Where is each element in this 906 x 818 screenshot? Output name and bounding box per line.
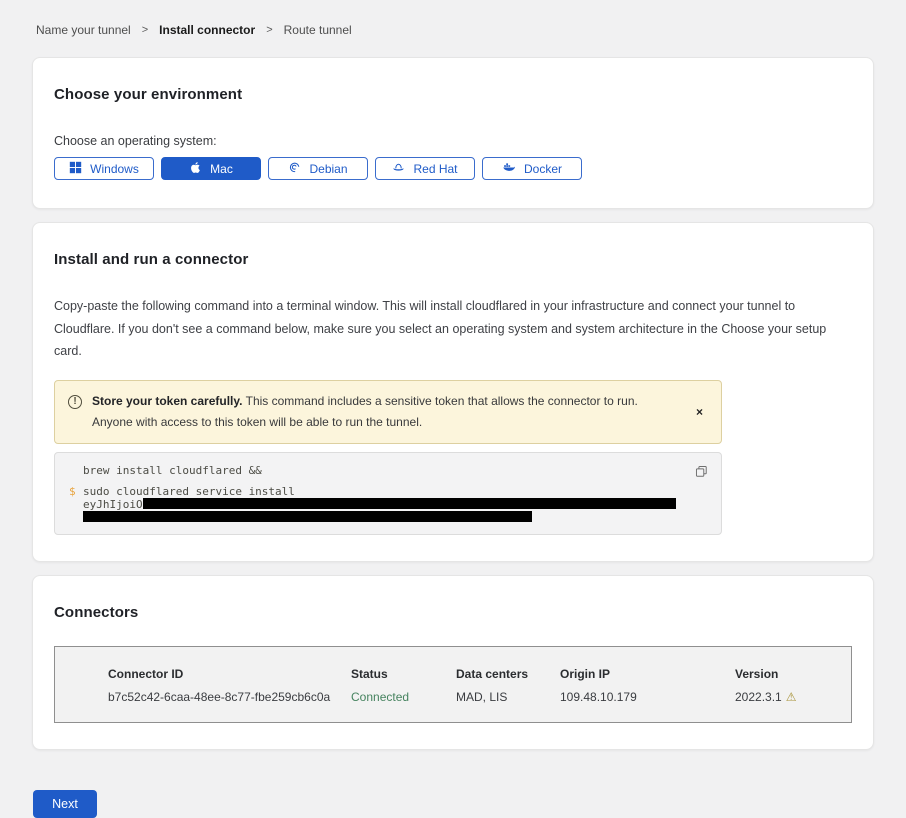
os-button-label: Docker [524, 162, 562, 176]
code-line-2: $ sudo cloudflared service install [69, 486, 707, 498]
connectors-card: Connectors Connector ID Status Data cent… [32, 575, 874, 750]
breadcrumb: Name your tunnel > Install connector > R… [0, 0, 906, 57]
connectors-title: Connectors [54, 604, 852, 621]
token-prefix: eyJhIjoiO [83, 498, 143, 511]
os-button-label: Windows [90, 162, 139, 176]
code-gutter [69, 465, 83, 477]
code-line-1: brew install cloudflared && [69, 465, 707, 477]
warning-triangle-icon: ⚠ [786, 690, 797, 704]
breadcrumb-install-connector[interactable]: Install connector [159, 23, 255, 37]
os-button-row: Windows Mac Debian Red Hat Docker [54, 157, 852, 180]
apple-icon [189, 161, 202, 177]
choose-environment-card: Choose your environment Choose an operat… [32, 57, 874, 209]
origin-ip-value: 109.48.10.179 [560, 690, 735, 704]
windows-icon [69, 161, 82, 177]
shell-prompt: $ [69, 486, 83, 498]
token-warning-lead: Store your token carefully. [92, 394, 243, 408]
redhat-icon [392, 161, 405, 177]
breadcrumb-route-tunnel[interactable]: Route tunnel [284, 23, 352, 37]
os-button-label: Mac [210, 162, 233, 176]
os-button-debian[interactable]: Debian [268, 157, 368, 180]
copy-icon[interactable] [693, 463, 710, 483]
column-header-origin-ip: Origin IP [560, 667, 735, 681]
code-text: eyJhIjoiO [83, 498, 676, 511]
connectors-table: Connector ID Status Data centers Origin … [54, 646, 852, 723]
token-warning-banner: ! Store your token carefully. This comma… [54, 380, 722, 444]
redaction-bar [143, 498, 676, 509]
code-gutter [69, 511, 83, 523]
column-header-status: Status [351, 667, 456, 681]
install-command-codeblock: brew install cloudflared && $ sudo cloud… [54, 452, 722, 535]
status-badge: Connected [351, 690, 456, 704]
breadcrumb-name-your-tunnel[interactable]: Name your tunnel [36, 23, 131, 37]
choose-environment-title: Choose your environment [54, 86, 852, 103]
column-header-data-centers: Data centers [456, 667, 560, 681]
column-header-connector-id: Connector ID [108, 667, 351, 681]
code-text: sudo cloudflared service install [83, 486, 295, 498]
column-header-version: Version [735, 667, 831, 681]
install-description: Copy-paste the following command into a … [54, 295, 852, 363]
os-button-redhat[interactable]: Red Hat [375, 157, 475, 180]
os-button-label: Red Hat [413, 162, 457, 176]
debian-icon [288, 161, 301, 177]
breadcrumb-separator: > [266, 24, 272, 36]
install-connector-title: Install and run a connector [54, 251, 852, 268]
version-number: 2022.3.1 [735, 690, 782, 704]
data-centers-value: MAD, LIS [456, 690, 560, 704]
os-select-label: Choose an operating system: [54, 134, 852, 148]
code-line-3: eyJhIjoiO [69, 498, 707, 511]
os-button-docker[interactable]: Docker [482, 157, 582, 180]
token-warning-text: Store your token carefully. This command… [92, 391, 652, 433]
code-gutter [69, 498, 83, 511]
alert-circle-icon: ! [68, 395, 82, 409]
docker-icon [502, 161, 516, 177]
code-line-4 [69, 511, 707, 523]
code-text: brew install cloudflared && [83, 465, 262, 477]
os-button-windows[interactable]: Windows [54, 157, 154, 180]
os-button-label: Debian [309, 162, 347, 176]
next-button[interactable]: Next [33, 790, 97, 818]
install-connector-card: Install and run a connector Copy-paste t… [32, 222, 874, 562]
close-icon[interactable]: × [690, 401, 709, 423]
os-button-mac[interactable]: Mac [161, 157, 261, 180]
version-value: 2022.3.1 ⚠ [735, 690, 831, 704]
breadcrumb-separator: > [142, 24, 148, 36]
connector-id-value: b7c52c42-6caa-48ee-8c77-fbe259cb6c0a [108, 690, 351, 704]
redaction-bar [83, 511, 532, 522]
